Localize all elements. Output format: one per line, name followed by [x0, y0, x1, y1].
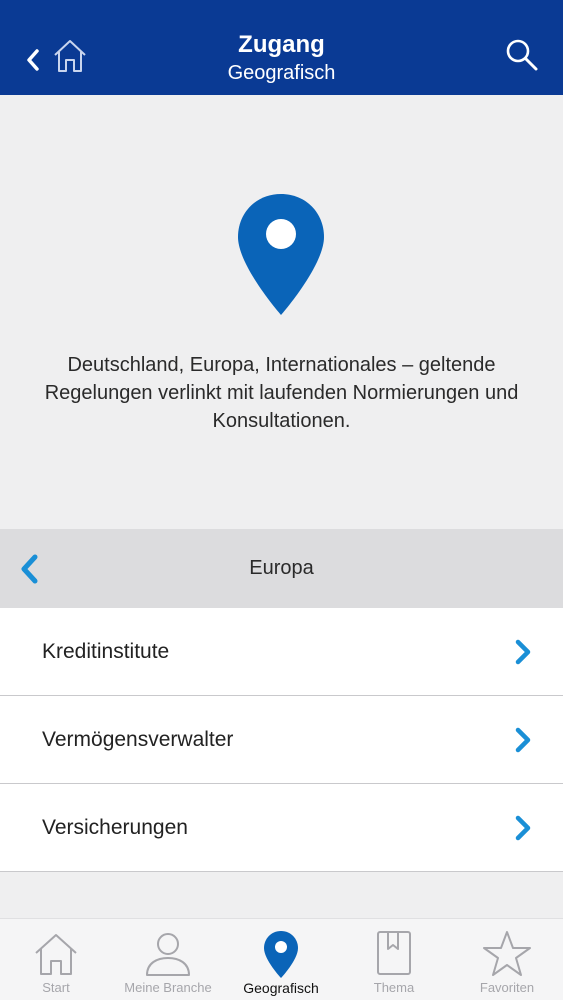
tab-favoriten[interactable]: Favoriten — [451, 919, 563, 1000]
tab-label: Meine Branche — [124, 980, 212, 995]
hero-description: Deutschland, Europa, Internationales – g… — [44, 354, 519, 432]
chevron-right-icon — [515, 815, 531, 841]
search-icon — [506, 39, 538, 71]
section-title: Europa — [249, 557, 314, 579]
list-item-label: Versicherungen — [42, 816, 188, 839]
person-icon — [146, 933, 190, 976]
tab-geografisch[interactable]: Geografisch — [225, 919, 337, 1000]
bookmark-icon — [377, 931, 411, 975]
map-pin-icon — [264, 931, 298, 978]
home-icon — [35, 934, 77, 975]
list-item-kreditinstitute[interactable]: Kreditinstitute — [0, 608, 563, 696]
tab-label: Start — [42, 980, 70, 995]
tab-start[interactable]: Start — [0, 919, 112, 1000]
search-button[interactable] — [505, 38, 539, 72]
category-list: Kreditinstitute Vermögensverwalter Versi… — [0, 608, 563, 872]
list-item-label: Kreditinstitute — [42, 640, 170, 663]
tab-label: Thema — [373, 980, 415, 995]
tab-label: Favoriten — [479, 980, 535, 995]
list-item-versicherungen[interactable]: Versicherungen — [0, 784, 563, 872]
map-pin-icon — [238, 194, 324, 315]
page-title: Zugang — [238, 31, 325, 58]
page-subtitle: Geografisch — [227, 62, 336, 84]
section-header: Europa — [0, 529, 563, 608]
list-item-label: Vermögensverwalter — [42, 728, 234, 751]
tab-thema[interactable]: Thema — [338, 919, 450, 1000]
star-icon — [483, 931, 531, 976]
tab-meine-branche[interactable]: Meine Branche — [112, 919, 224, 1000]
chevron-right-icon — [515, 639, 531, 665]
chevron-right-icon — [515, 727, 531, 753]
list-item-vermoegensverwalter[interactable]: Vermögensverwalter — [0, 696, 563, 784]
app-header: Zugang Geografisch — [0, 0, 563, 95]
tab-label: Geografisch — [243, 980, 319, 996]
hero-section: Deutschland, Europa, Internationales – g… — [0, 95, 563, 529]
tab-bar: Start Meine Branche Geografisch Thema Fa… — [0, 918, 563, 1000]
